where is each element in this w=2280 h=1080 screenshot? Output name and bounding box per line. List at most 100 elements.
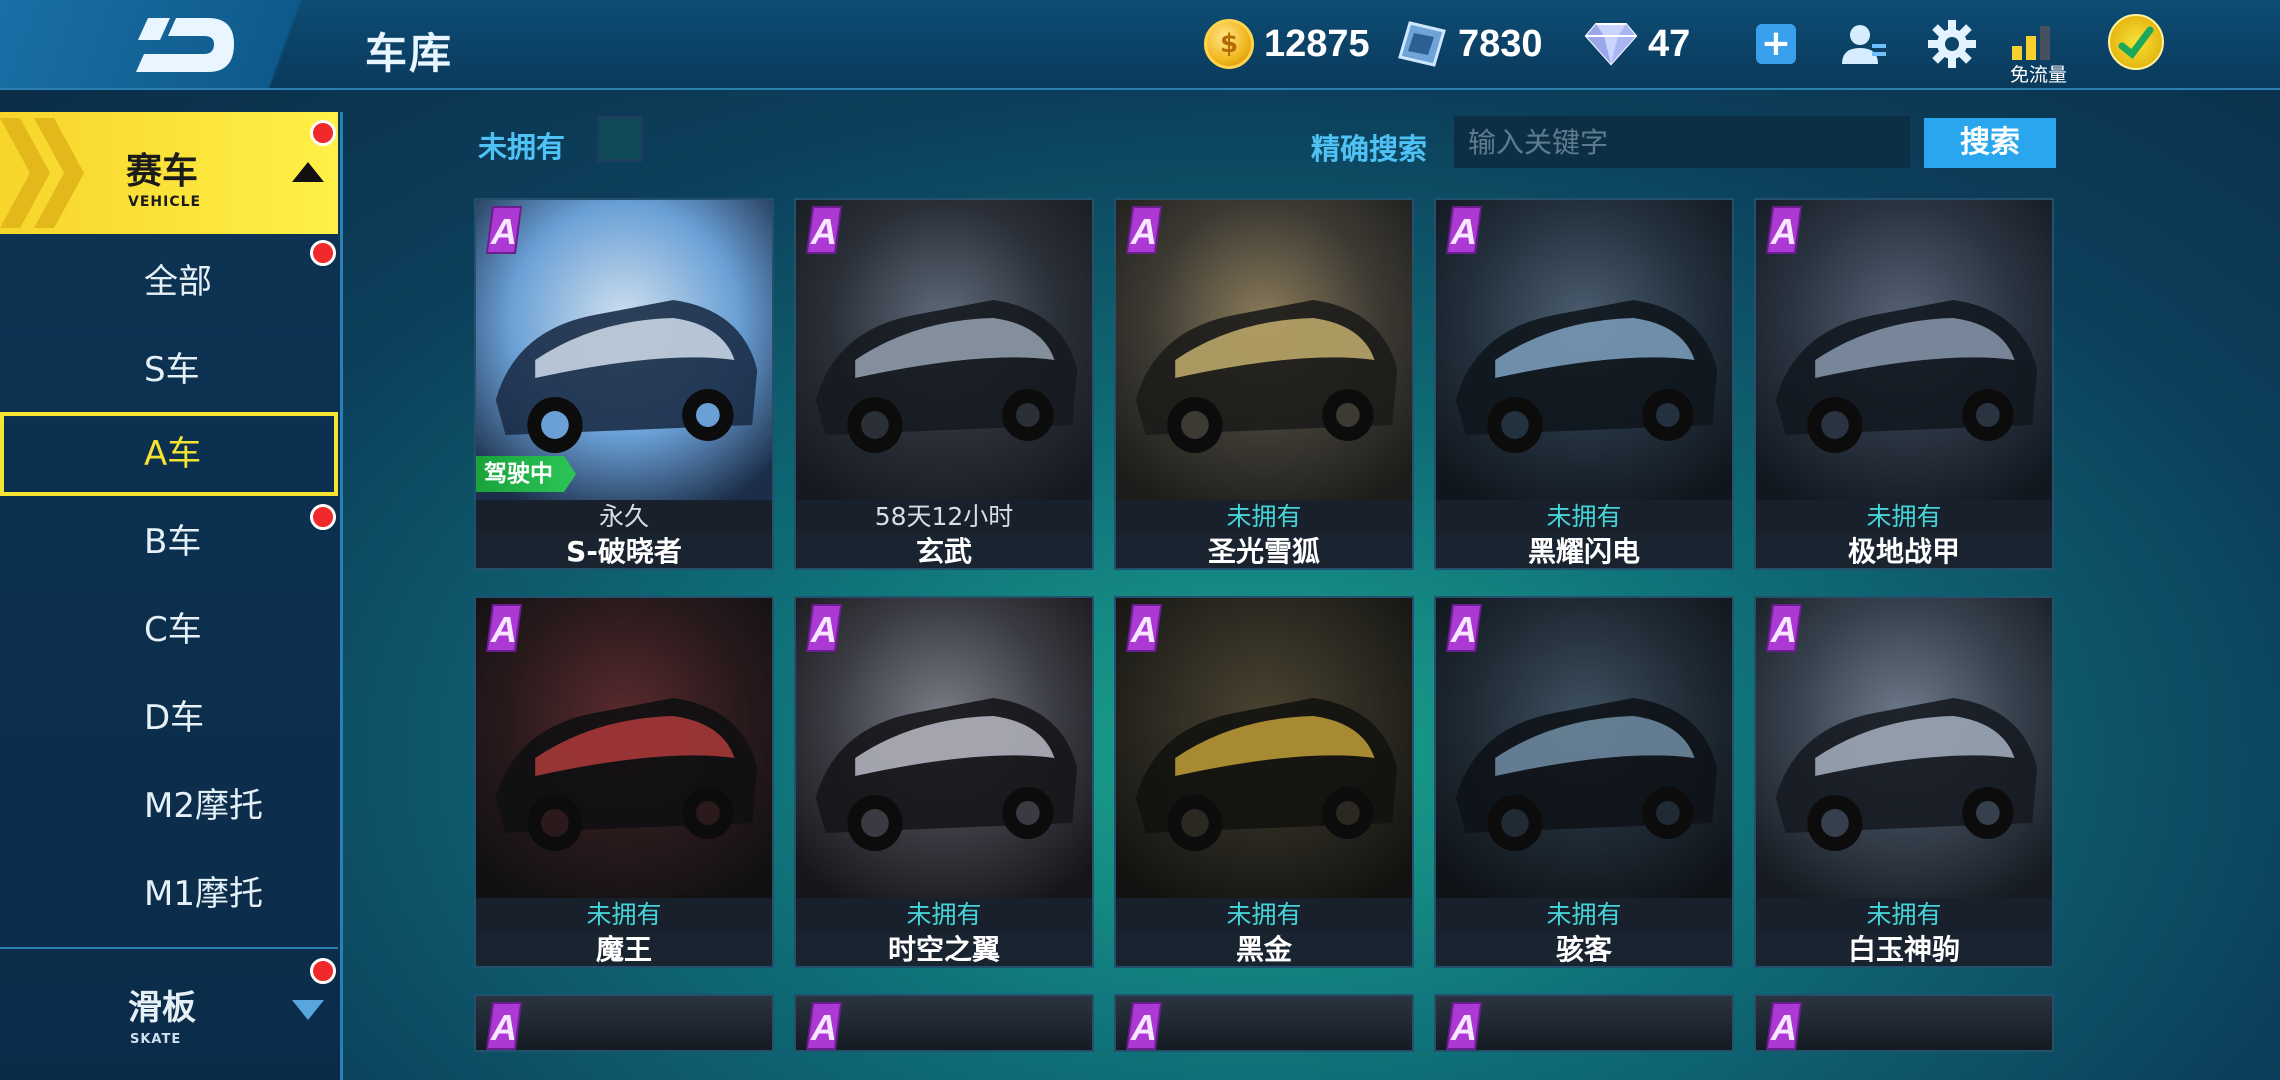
svg-text:A: A <box>810 1007 837 1048</box>
sidebar-item-d-car[interactable]: D车 <box>0 676 338 760</box>
sidebar-item-c-car[interactable]: C车 <box>0 588 338 672</box>
svg-text:A: A <box>1770 211 1797 252</box>
vehicle-card[interactable]: A 未拥有 黑金 <box>1114 596 1414 968</box>
exact-search-label: 精确搜索 <box>1311 132 1428 166</box>
network-status <box>2010 22 2054 62</box>
category-vehicle-header[interactable]: 赛车 VEHICLE <box>0 112 338 234</box>
grade-a-badge-icon: A <box>1442 204 1486 256</box>
vehicle-card[interactable]: A <box>1434 994 1734 1052</box>
vehicle-name: 白玉神驹 <box>1756 932 2052 966</box>
friends-icon <box>1842 25 1886 64</box>
game-logo-icon <box>136 18 234 72</box>
vehicle-card[interactable]: A 未拥有 魔王 <box>474 596 774 968</box>
notification-dot <box>310 120 336 146</box>
sidebar-item-a-car[interactable]: A车 <box>0 412 338 496</box>
vehicle-card[interactable]: A <box>1114 994 1414 1052</box>
svg-text:A: A <box>1450 211 1477 252</box>
svg-text:A: A <box>810 211 837 252</box>
gold-coin-icon: $ <box>1204 19 1254 69</box>
vehicle-name: 玄武 <box>796 534 1092 568</box>
vehicle-name: 骇客 <box>1436 932 1732 966</box>
not-owned-filter-label: 未拥有 <box>478 130 566 164</box>
gear-icon <box>1928 20 1976 68</box>
svg-text:A: A <box>810 609 837 650</box>
chevron-stripes-icon <box>0 118 84 228</box>
diamond-balance: 47 <box>1584 16 1690 72</box>
svg-text:A: A <box>1450 609 1477 650</box>
vehicle-card[interactable]: A 未拥有 白玉神驹 <box>1754 596 2054 968</box>
grade-a-badge-icon: A <box>802 204 846 256</box>
grade-a-badge-icon: A <box>1762 204 1806 256</box>
notification-dot <box>310 504 336 530</box>
skate-sublabel: SKATE <box>130 1032 182 1047</box>
voucher-card-icon <box>1398 21 1446 67</box>
grade-a-badge-icon: A <box>1762 602 1806 654</box>
vehicle-name: S-破晓者 <box>476 534 772 568</box>
collapse-arrow-icon <box>292 162 324 182</box>
sidebar-item-all[interactable]: 全部 <box>0 240 338 324</box>
svg-text:A: A <box>490 1007 517 1048</box>
avatar-logo-icon <box>2118 26 2154 59</box>
vehicle-card[interactable]: A 驾驶中 永久 S-破晓者 <box>474 198 774 570</box>
svg-text:A: A <box>1770 609 1797 650</box>
vehicle-card[interactable]: A 未拥有 极地战甲 <box>1754 198 2054 570</box>
diamond-icon <box>1584 23 1638 66</box>
top-bar: 车库 $ 12875 7830 47 + 免流量 <box>0 0 2280 90</box>
vehicle-card[interactable]: A 58天12小时 玄武 <box>794 198 1094 570</box>
svg-text:A: A <box>1130 609 1157 650</box>
gold-coin-balance: $ 12875 <box>1204 16 1370 72</box>
notification-dot <box>310 240 336 266</box>
vehicle-card[interactable]: A 未拥有 圣光雪狐 <box>1114 198 1414 570</box>
search-button[interactable]: 搜索 <box>1924 118 2056 168</box>
vehicle-card[interactable]: A 未拥有 骇客 <box>1434 596 1734 968</box>
ownership-status: 未拥有 <box>1116 500 1412 534</box>
vehicle-card[interactable]: A <box>794 994 1094 1052</box>
svg-text:A: A <box>490 211 517 252</box>
not-owned-checkbox[interactable] <box>597 116 643 162</box>
grade-a-badge-icon: A <box>802 602 846 654</box>
sidebar-item-m2-moto[interactable]: M2摩托 <box>0 764 338 848</box>
grade-a-badge-icon: A <box>1122 602 1166 654</box>
voucher-balance: 7830 <box>1396 16 1543 72</box>
search-input[interactable] <box>1454 116 1910 168</box>
avatar[interactable] <box>2108 14 2164 70</box>
vehicle-name: 极地战甲 <box>1756 534 2052 568</box>
sidebar-item-b-car[interactable]: B车 <box>0 500 338 584</box>
category-sublabel: VEHICLE <box>128 194 202 210</box>
notification-dot <box>310 958 336 984</box>
category-skate-header[interactable]: 滑板 SKATE <box>0 949 338 1080</box>
svg-text:A: A <box>1450 1007 1477 1048</box>
gold-coin-value: 12875 <box>1264 22 1370 65</box>
sidebar-item-m1-moto[interactable]: M1摩托 <box>0 852 338 936</box>
ownership-status: 未拥有 <box>1116 898 1412 932</box>
sidebar-item-s-car[interactable]: S车 <box>0 328 338 412</box>
grade-a-badge-icon: A <box>482 602 526 654</box>
grade-a-badge-icon: A <box>1442 602 1486 654</box>
vehicle-card[interactable]: A <box>1754 994 2054 1052</box>
svg-text:A: A <box>490 609 517 650</box>
plus-icon: + <box>1756 24 1796 64</box>
grade-a-badge-icon: A <box>482 1000 526 1050</box>
ownership-status: 永久 <box>476 500 772 534</box>
settings-button[interactable] <box>1926 18 1978 70</box>
recharge-button[interactable]: + <box>1750 18 1802 70</box>
friends-button[interactable] <box>1838 18 1890 70</box>
svg-text:A: A <box>1770 1007 1797 1048</box>
vehicle-name: 圣光雪狐 <box>1116 534 1412 568</box>
category-label: 赛车 <box>126 151 199 192</box>
ownership-status: 未拥有 <box>796 898 1092 932</box>
skate-label: 滑板 <box>128 988 196 1028</box>
grade-a-badge-icon: A <box>482 204 526 256</box>
grade-a-badge-icon: A <box>1762 1000 1806 1050</box>
vehicle-name: 黑金 <box>1116 932 1412 966</box>
page-title: 车库 <box>365 29 454 78</box>
ownership-status: 未拥有 <box>476 898 772 932</box>
signal-label: 免流量 <box>2010 64 2068 86</box>
grade-a-badge-icon: A <box>1442 1000 1486 1050</box>
vehicle-card[interactable]: A 未拥有 时空之翼 <box>794 596 1094 968</box>
grade-a-badge-icon: A <box>1122 1000 1166 1050</box>
logo-block <box>0 0 320 88</box>
vehicle-card[interactable]: A 未拥有 黑耀闪电 <box>1434 198 1734 570</box>
vehicle-card[interactable]: A <box>474 994 774 1052</box>
ownership-status: 58天12小时 <box>796 500 1092 534</box>
